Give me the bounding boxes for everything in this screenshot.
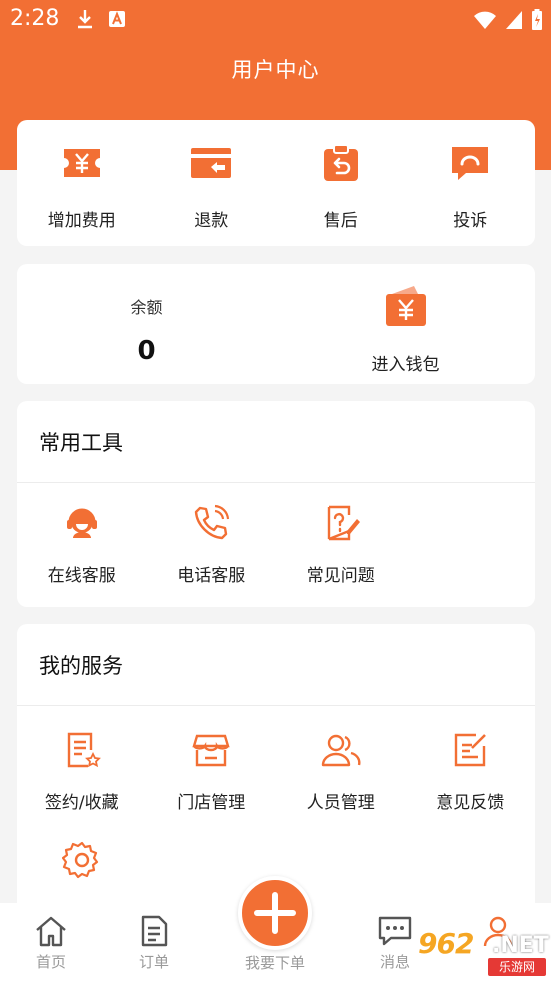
- phone-icon: [195, 504, 230, 540]
- after-sales-button[interactable]: 售后: [276, 120, 406, 246]
- contract-favorites-button[interactable]: 签约/收藏: [17, 728, 147, 813]
- tools-section-title: 常用工具: [39, 431, 123, 455]
- quick-actions-card: 增加费用 退款 售后 投诉: [17, 120, 535, 246]
- tab-orders[interactable]: 订单: [114, 915, 194, 972]
- after-sales-icon: [323, 144, 358, 181]
- people-icon: [321, 734, 361, 767]
- phone-service-button[interactable]: 电话客服: [147, 501, 277, 586]
- site-watermark: 962 .NET 乐游网: [414, 925, 549, 977]
- battery-icon: [532, 9, 542, 30]
- plus-icon: [254, 892, 296, 934]
- balance-label: 余额: [130, 298, 163, 317]
- store-icon: [192, 734, 230, 767]
- refund-card-icon: [191, 148, 232, 178]
- refund-label: 退款: [194, 211, 229, 231]
- order-list-icon: [141, 915, 168, 947]
- tab-home[interactable]: 首页: [11, 915, 91, 972]
- tab-home-label: 首页: [35, 953, 66, 971]
- headset-agent-icon: [66, 508, 97, 538]
- faq-label: 常见问题: [306, 566, 375, 586]
- enter-wallet-label: 进入钱包: [371, 355, 440, 375]
- place-order-button[interactable]: [238, 876, 312, 950]
- after-sales-label: 售后: [323, 211, 358, 231]
- page-title: 用户中心: [231, 58, 320, 82]
- services-section-title: 我的服务: [39, 654, 123, 678]
- add-fee-label: 增加费用: [47, 211, 116, 231]
- watermark-suffix: .NET: [492, 933, 549, 958]
- signal-icon: [506, 11, 522, 29]
- online-service-button[interactable]: 在线客服: [17, 501, 147, 586]
- add-fee-button[interactable]: 增加费用: [17, 120, 147, 246]
- staff-management-label: 人员管理: [306, 793, 375, 813]
- balance-value: 0: [137, 336, 156, 366]
- balance-card: 余额 0 进入钱包: [17, 264, 535, 384]
- message-bubble-icon: [378, 916, 412, 946]
- complaint-button[interactable]: 投诉: [406, 120, 536, 246]
- watermark-brand: 962: [418, 927, 474, 960]
- watermark-sub: 乐游网: [488, 958, 546, 976]
- store-management-label: 门店管理: [177, 793, 246, 813]
- complaint-chat-icon: [452, 147, 489, 180]
- faq-button[interactable]: 常见问题: [276, 501, 406, 586]
- status-bar: 2:28: [0, 0, 551, 40]
- home-icon: [36, 916, 66, 947]
- phone-service-label: 电话客服: [177, 566, 246, 586]
- feedback-button[interactable]: 意见反馈: [406, 728, 536, 813]
- wifi-icon: [474, 11, 496, 29]
- tab-messages-label: 消息: [379, 953, 410, 971]
- feedback-edit-icon: [455, 733, 487, 767]
- contract-favorites-label: 签约/收藏: [44, 793, 119, 813]
- place-order-label: 我要下单: [244, 954, 305, 972]
- contract-star-icon: [67, 732, 101, 768]
- store-management-button[interactable]: 门店管理: [147, 728, 277, 813]
- staff-management-button[interactable]: 人员管理: [276, 728, 406, 813]
- divider: [17, 705, 535, 706]
- notification-a-icon: [109, 11, 125, 27]
- download-icon: [78, 10, 92, 29]
- tab-orders-label: 订单: [138, 953, 169, 971]
- faq-document-icon: [327, 505, 360, 541]
- common-tools-card: 常用工具 在线客服 电话客服 常见问题: [17, 401, 535, 607]
- status-time: 2:28: [10, 6, 60, 31]
- refund-button[interactable]: 退款: [147, 120, 277, 246]
- feedback-label: 意见反馈: [436, 793, 505, 813]
- gear-icon: [61, 841, 98, 879]
- wallet-yuan-icon: [385, 286, 426, 326]
- complaint-label: 投诉: [453, 211, 488, 231]
- online-service-label: 在线客服: [47, 566, 116, 586]
- divider: [17, 482, 535, 483]
- enter-wallet-button[interactable]: 进入钱包: [276, 264, 535, 384]
- ticket-yuan-icon: [63, 149, 100, 177]
